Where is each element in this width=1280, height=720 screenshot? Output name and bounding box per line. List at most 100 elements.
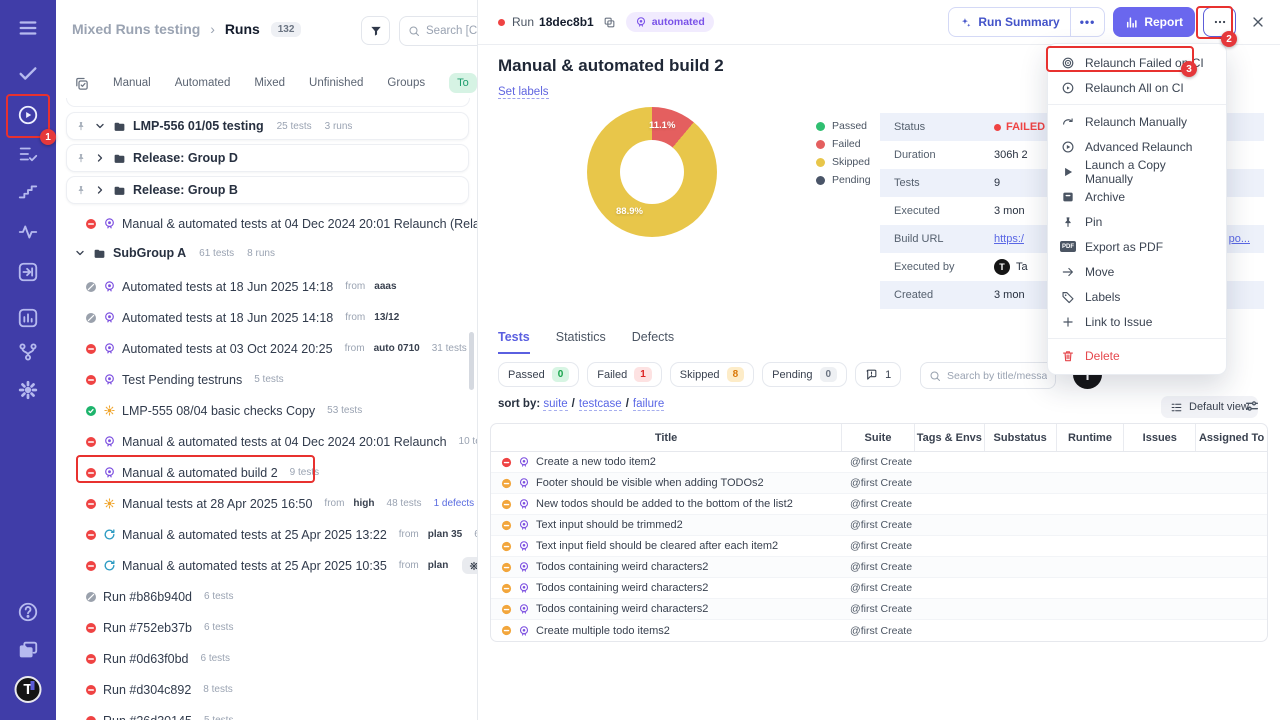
sidebar-menu-icon[interactable] bbox=[17, 17, 39, 39]
copy-icon[interactable] bbox=[603, 16, 616, 29]
sidebar-results-icon[interactable] bbox=[17, 62, 39, 84]
chip-passed[interactable]: Passed0 bbox=[498, 362, 579, 387]
runs-tab-mixed[interactable]: Mixed bbox=[254, 77, 285, 89]
sidebar-activity-icon[interactable] bbox=[17, 221, 39, 243]
group-row[interactable]: Release: Group B bbox=[66, 176, 469, 204]
menu-item-advanced-relaunch[interactable]: Advanced Relaunch bbox=[1048, 134, 1226, 159]
chip-skipped[interactable]: Skipped8 bbox=[670, 362, 754, 387]
sidebar-test-plans-icon[interactable] bbox=[17, 143, 39, 165]
report-button[interactable]: Report bbox=[1113, 7, 1195, 37]
tests-search-input[interactable] bbox=[947, 370, 1047, 382]
table-row[interactable]: Create multiple todo items2@first Create… bbox=[491, 620, 1267, 641]
tab-defects[interactable]: Defects bbox=[632, 330, 674, 354]
table-row[interactable]: Todos containing weird characters2@first… bbox=[491, 578, 1267, 599]
runs-tab-unfinished[interactable]: Unfinished bbox=[309, 77, 363, 89]
legend-item[interactable]: Pending bbox=[816, 174, 871, 186]
group-row[interactable]: LMP-556 01/05 testing25 tests3 runs bbox=[66, 112, 469, 140]
runs-tab-today-chip[interactable]: To bbox=[449, 73, 477, 93]
sidebar-pull-requests-icon[interactable] bbox=[17, 261, 39, 283]
run-row[interactable]: LMP-555 08/04 basic checks Copy53 tests bbox=[56, 395, 477, 426]
run-row[interactable]: Manual & automated tests at 04 Dec 2024 … bbox=[56, 426, 477, 457]
run-summary-more-button[interactable]: ••• bbox=[1071, 15, 1105, 29]
runs-scrollbar[interactable] bbox=[469, 332, 474, 390]
breadcrumb-project[interactable]: Mixed Runs testing bbox=[72, 21, 200, 37]
column-header[interactable]: Tags & Envs bbox=[915, 424, 985, 451]
group-row[interactable]: SubGroup A61 tests8 runs bbox=[66, 239, 469, 267]
tests-search[interactable] bbox=[920, 362, 1056, 389]
menu-item-export-as-pdf[interactable]: PDFExport as PDF bbox=[1048, 234, 1226, 259]
run-row[interactable]: Run #0d63f0bd6 tests bbox=[56, 643, 477, 674]
legend-item[interactable]: Passed bbox=[816, 120, 871, 132]
sidebar-milestones-icon[interactable] bbox=[17, 180, 39, 202]
sidebar-branches-icon[interactable] bbox=[17, 341, 39, 363]
sidebar-analytics-icon[interactable] bbox=[17, 307, 39, 329]
menu-item-labels[interactable]: Labels bbox=[1048, 284, 1226, 309]
run-row[interactable]: Run #b86b940d6 tests bbox=[56, 581, 477, 612]
sort-option-suite[interactable]: suite bbox=[543, 398, 567, 411]
table-row[interactable]: Todos containing weird characters2@first… bbox=[491, 599, 1267, 620]
menu-item-pin[interactable]: Pin bbox=[1048, 209, 1226, 234]
menu-item-launch-a-copy-manually[interactable]: Launch a Copy Manually bbox=[1048, 159, 1226, 184]
table-row[interactable]: New todos should be added to the bottom … bbox=[491, 494, 1267, 515]
menu-item-relaunch-failed-on-ci[interactable]: Relaunch Failed on CI bbox=[1048, 50, 1226, 75]
run-row[interactable]: Run #26d301455 tests bbox=[56, 705, 477, 720]
runs-tab-automated[interactable]: Automated bbox=[175, 77, 231, 89]
build-url-link[interactable]: https:/ bbox=[994, 233, 1024, 245]
menu-item-archive[interactable]: Archive bbox=[1048, 184, 1226, 209]
table-row[interactable]: Text input should be trimmed2@first Crea… bbox=[491, 515, 1267, 536]
run-row[interactable]: Automated tests at 03 Oct 2024 20:25from… bbox=[56, 333, 477, 364]
sidebar-settings-icon[interactable] bbox=[17, 379, 39, 401]
run-row[interactable]: Manual tests at 28 Apr 2025 16:50fromhig… bbox=[56, 488, 477, 519]
menu-item-delete[interactable]: Delete bbox=[1048, 343, 1226, 368]
select-all-icon[interactable] bbox=[74, 76, 89, 91]
run-row[interactable]: Manual & automated tests at 25 Apr 2025 … bbox=[56, 550, 477, 581]
close-detail-icon[interactable] bbox=[1250, 14, 1266, 30]
table-row[interactable]: Footer should be visible when adding TOD… bbox=[491, 473, 1267, 494]
menu-item-move[interactable]: Move bbox=[1048, 259, 1226, 284]
table-row[interactable]: Create a new todo item2@first Create ... bbox=[491, 452, 1267, 473]
legend-item[interactable]: Failed bbox=[816, 138, 871, 150]
chip-failed[interactable]: Failed1 bbox=[587, 362, 662, 387]
runs-search-input[interactable] bbox=[426, 25, 478, 37]
view-settings-icon[interactable] bbox=[1244, 398, 1260, 414]
automated-badge[interactable]: automated bbox=[626, 12, 714, 32]
build-url-link-end[interactable]: po... bbox=[1229, 233, 1250, 245]
comments-chip[interactable]: 1 bbox=[855, 362, 901, 387]
table-row[interactable]: Text input field should be cleared after… bbox=[491, 536, 1267, 557]
run-row[interactable]: Manual & automated tests at 04 Dec 2024 … bbox=[56, 208, 477, 239]
column-header[interactable]: Title bbox=[491, 424, 842, 451]
sort-option-testcase[interactable]: testcase bbox=[579, 398, 622, 411]
menu-item-relaunch-all-on-ci[interactable]: Relaunch All on CI bbox=[1048, 75, 1226, 100]
tab-statistics[interactable]: Statistics bbox=[556, 330, 606, 354]
sort-option-failure[interactable]: failure bbox=[633, 398, 664, 411]
run-row[interactable]: Run #752eb37b6 tests bbox=[56, 612, 477, 643]
table-row[interactable]: Todos containing weird characters2@first… bbox=[491, 557, 1267, 578]
column-header[interactable]: Substatus bbox=[985, 424, 1057, 451]
group-row[interactable]: Release: Group D bbox=[66, 144, 469, 172]
run-defects-link[interactable]: 1 defects bbox=[434, 498, 475, 509]
menu-item-link-to-issue[interactable]: Link to Issue bbox=[1048, 309, 1226, 334]
runs-tab-manual[interactable]: Manual bbox=[113, 77, 151, 89]
run-row[interactable]: Automated tests at 18 Jun 2025 14:18from… bbox=[56, 271, 477, 302]
filter-button[interactable] bbox=[361, 16, 390, 45]
chip-pending[interactable]: Pending0 bbox=[762, 362, 847, 387]
run-summary-button[interactable]: Run Summary ••• bbox=[948, 7, 1105, 37]
sidebar-projects-icon[interactable] bbox=[17, 639, 39, 661]
sidebar-help-icon[interactable] bbox=[17, 601, 39, 623]
column-header[interactable]: Suite bbox=[842, 424, 915, 451]
runs-search[interactable] bbox=[399, 16, 478, 46]
run-row[interactable]: Run #d304c8928 tests bbox=[56, 674, 477, 705]
run-row[interactable]: Manual & automated build 29 tests bbox=[56, 457, 477, 488]
column-header[interactable]: Runtime bbox=[1057, 424, 1125, 451]
legend-item[interactable]: Skipped bbox=[816, 156, 871, 168]
sidebar-runs-icon[interactable] bbox=[17, 104, 39, 126]
column-header[interactable]: Assigned To bbox=[1196, 424, 1267, 451]
runs-tab-groups[interactable]: Groups bbox=[387, 77, 425, 89]
tab-tests[interactable]: Tests bbox=[498, 330, 530, 354]
run-row[interactable]: Automated tests at 18 Jun 2025 14:18from… bbox=[56, 302, 477, 333]
column-header[interactable]: Issues bbox=[1124, 424, 1196, 451]
set-labels-link[interactable]: Set labels bbox=[498, 86, 549, 99]
run-row[interactable]: Test Pending testruns5 tests bbox=[56, 364, 477, 395]
menu-item-relaunch-manually[interactable]: Relaunch Manually bbox=[1048, 109, 1226, 134]
sidebar-logo-avatar[interactable]: T bbox=[15, 676, 42, 703]
